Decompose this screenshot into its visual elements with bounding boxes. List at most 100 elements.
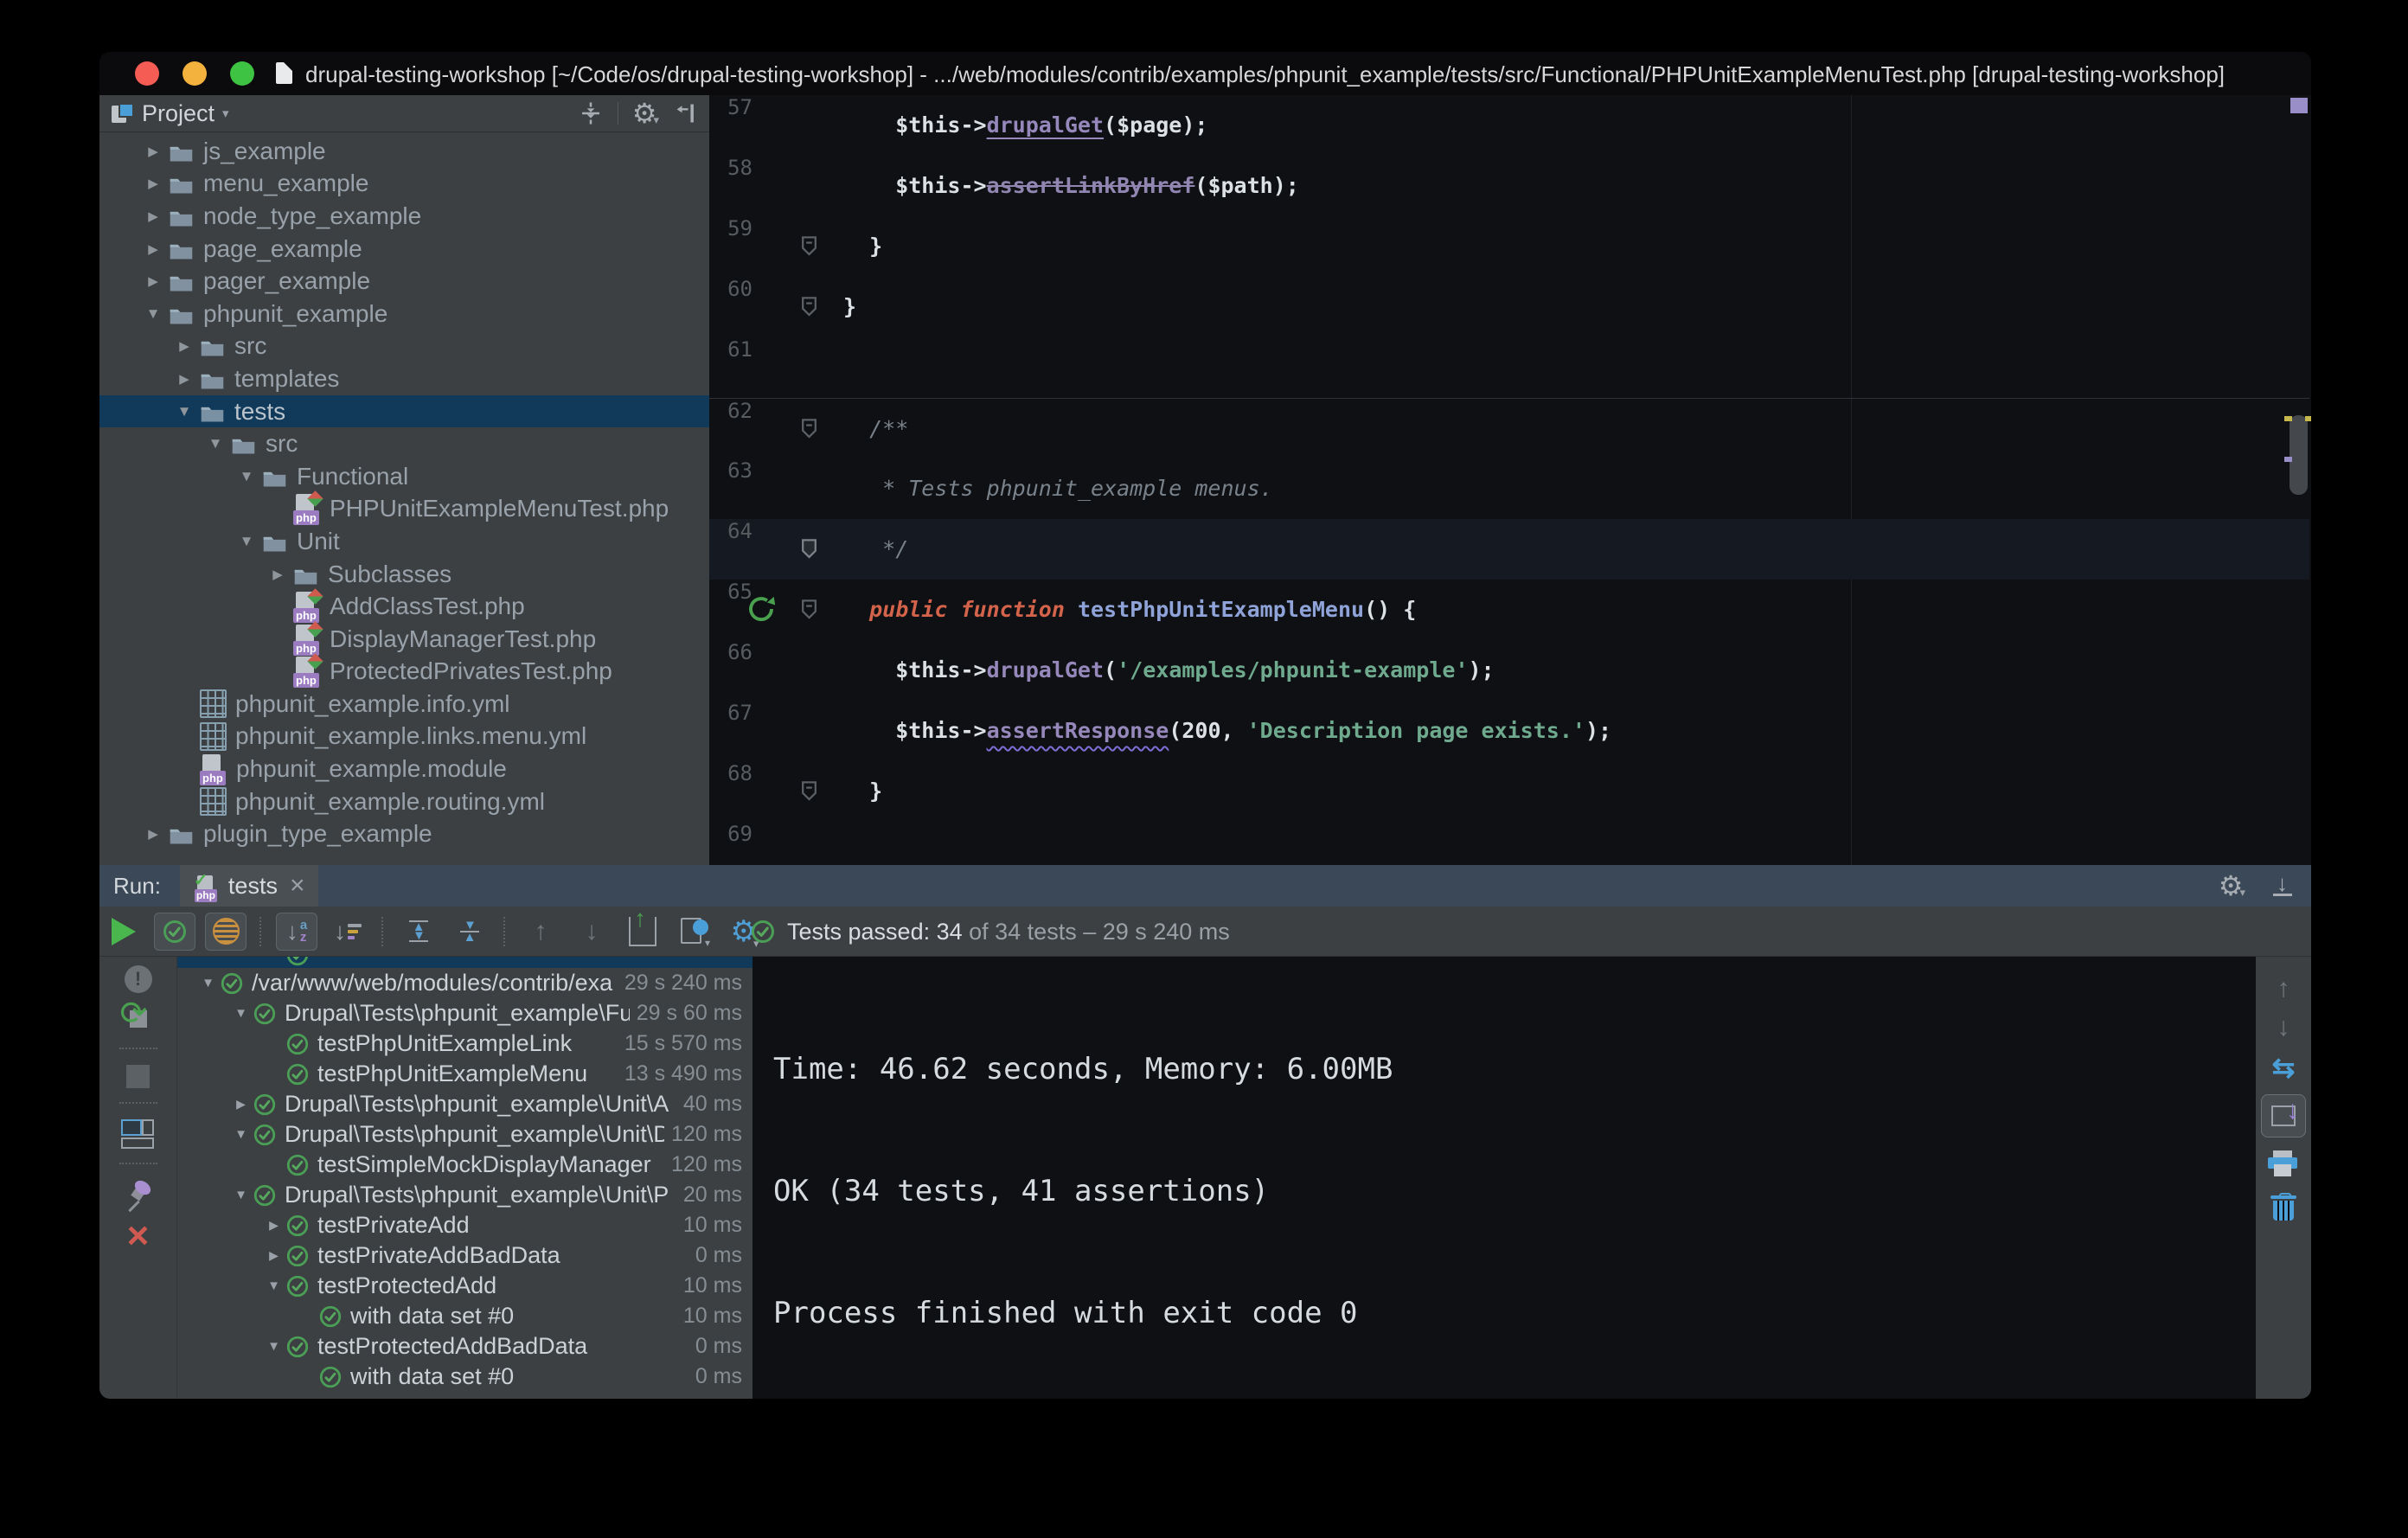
close-panel-button[interactable]: × [127,1216,150,1254]
project-tree-item[interactable]: ▼ tests [99,394,709,428]
test-tree-item[interactable]: testPhpUnitExampleMenu 13 s 490 ms [177,1059,752,1089]
pin-tab-button[interactable] [124,1177,153,1213]
test-tree-item[interactable]: ▼ /var/www/web/modules/contrib/exa 29 s 24… [177,968,752,998]
run-tab-tests[interactable]: ✓ php tests × [179,865,319,907]
chevron-collapsed-icon[interactable]: ▶ [229,1097,253,1112]
chevron-collapsed-icon[interactable]: ▶ [138,176,169,191]
chevron-expanded-icon[interactable]: ▼ [229,1188,253,1202]
project-tree-item[interactable]: ▶ Subclasses [99,558,709,591]
show-ignored-toggle[interactable] [205,912,247,951]
scroll-up-button[interactable]: ↑ [2277,976,2290,1002]
project-tree-item[interactable]: php ProtectedPrivatesTest.php [99,653,709,689]
run-test-gutter-icon[interactable] [746,593,777,625]
project-tree-item[interactable]: ▶ templates [99,362,709,395]
previous-failed-button[interactable]: ↑ [520,913,561,951]
chevron-collapsed-icon[interactable]: ▶ [262,1248,285,1263]
hide-panel-icon[interactable] [673,101,697,125]
rerun-failed-balloon-button[interactable]: ! [124,965,152,993]
project-tree-item[interactable]: phpunit_example.routing.yml [99,785,709,818]
warning-stripe-mark[interactable] [2305,416,2311,421]
project-tree-item[interactable]: ▼ src [99,427,709,460]
chevron-collapsed-icon[interactable]: ▶ [169,371,200,387]
chevron-expanded-icon[interactable]: ▼ [231,533,262,550]
editor-scrollbar[interactable] [2290,415,2308,495]
project-tree-item[interactable]: ▶ src [99,330,709,363]
minimize-window-button[interactable] [183,61,207,86]
project-tree-item[interactable]: php DisplayManagerTest.php [99,621,709,656]
test-history-button[interactable]: ▾ [673,913,714,951]
test-tree-item[interactable]: testSimpleMockDisplayManager 120 ms [177,1150,752,1180]
stop-button[interactable] [126,1065,150,1088]
project-tree-item[interactable]: ▶ menu_example [99,168,709,201]
project-tree-item[interactable]: php phpunit_example.module [99,753,709,786]
code-editor[interactable]: 57 $this->drupalGet($page); 58 $this->ass… [709,95,2311,865]
chevron-expanded-icon[interactable]: ▼ [262,1339,285,1354]
test-tree-item[interactable]: ▼ Drupal\Tests\phpunit_example\Fu 29 s 60 … [177,998,752,1029]
chevron-collapsed-icon[interactable]: ▶ [138,241,169,257]
clear-all-button[interactable] [2270,1193,2296,1222]
scroll-to-end-button[interactable]: ↓ [2261,1094,2306,1137]
chevron-collapsed-icon[interactable]: ▶ [138,144,169,159]
chevron-expanded-icon[interactable]: ▼ [262,1278,285,1293]
project-tree-item[interactable]: php AddClassTest.php [99,588,709,624]
close-window-button[interactable] [135,61,159,86]
import-test-results-button[interactable]: ↑ [622,905,663,951]
project-tree-item[interactable]: ▶ page_example [99,233,709,266]
project-panel-title[interactable]: Project [142,100,215,127]
chevron-expanded-icon[interactable]: ▼ [229,1006,253,1021]
show-console-layout-button[interactable] [120,1119,156,1149]
next-failed-button[interactable]: ↓ [571,913,612,951]
chevron-expanded-icon[interactable]: ▼ [196,976,220,990]
project-tree-item[interactable]: ▶ plugin_type_example [99,817,709,850]
chevron-down-icon[interactable]: ▾ [222,106,229,121]
close-tab-icon[interactable]: × [290,873,305,899]
info-stripe-mark[interactable] [2284,457,2292,462]
test-tree-item[interactable]: testPhpUnitExampleLink 15 s 570 ms [177,1029,752,1059]
test-tree-item[interactable]: ▶ testPrivateAdd 10 ms [177,1210,752,1240]
chevron-expanded-icon[interactable]: ▼ [229,1127,253,1142]
chevron-collapsed-icon[interactable]: ▶ [138,826,169,842]
inspection-indicator[interactable] [2290,98,2308,113]
chevron-expanded-icon[interactable]: ▼ [169,403,200,420]
chevron-expanded-icon[interactable]: ▼ [138,305,169,323]
settings-gear-icon[interactable]: ⚙ ▾ [632,99,659,127]
chevron-expanded-icon[interactable]: ▼ [200,435,231,452]
sort-by-duration-button[interactable]: ↓ [327,913,368,951]
test-tree-clipped-row[interactable] [177,957,752,968]
hide-panel-button[interactable]: ↓ [2271,870,2294,898]
run-settings-gear-button[interactable]: ⚙ ▾ [2219,872,2245,900]
test-tree-item[interactable]: ▼ Drupal\Tests\phpunit_example\Unit\D 120 … [177,1119,752,1150]
sort-alphabetically-toggle[interactable]: ↓ a z [276,912,317,951]
rerun-button[interactable] [112,917,136,945]
chevron-expanded-icon[interactable]: ▼ [231,468,262,485]
expand-all-button[interactable]: ▲ ▲ [398,913,439,951]
project-tree-item[interactable]: phpunit_example.info.yml [99,688,709,721]
chevron-collapsed-icon[interactable]: ▶ [138,273,169,289]
test-tree-item[interactable]: ▼ testProtectedAdd 10 ms [177,1271,752,1301]
zoom-window-button[interactable] [230,61,254,86]
scroll-down-button[interactable]: ↓ [2277,1015,2290,1041]
project-tree-item[interactable]: ▼ Functional [99,460,709,493]
toggle-auto-test-button[interactable]: ⟳ [120,997,153,1034]
test-tree-item[interactable]: ▶ testPrivateAddBadData 0 ms [177,1240,752,1271]
project-tree-item[interactable]: ▶ pager_example [99,265,709,298]
project-tree-item[interactable]: ▼ Unit [99,525,709,558]
project-tree-item[interactable]: phpunit_example.links.menu.yml [99,721,709,753]
warning-stripe-mark[interactable] [2284,416,2292,421]
chevron-collapsed-icon[interactable]: ▶ [169,338,200,354]
print-button[interactable] [2268,1150,2299,1180]
test-tree-item[interactable]: ▶ Drupal\Tests\phpunit_example\Unit\A 40 m… [177,1089,752,1119]
project-tree-item[interactable]: ▶ node_type_example [99,200,709,233]
project-tree-item[interactable]: php PHPUnitExampleMenuTest.php [99,490,709,526]
project-tree-item[interactable]: ▼ phpunit_example [99,298,709,330]
collapse-all-icon[interactable] [578,100,604,126]
chevron-collapsed-icon[interactable]: ▶ [138,208,169,224]
test-tree-item[interactable]: with data set #0 10 ms [177,1301,752,1331]
test-tree-item[interactable]: ▼ Drupal\Tests\phpunit_example\Unit\P 20 m… [177,1180,752,1210]
chevron-collapsed-icon[interactable]: ▶ [262,567,293,582]
collapse-all-button[interactable]: ▲ ▲ [449,913,490,951]
console-output[interactable]: Time: 46.62 seconds, Memory: 6.00MB OK (3… [752,957,2256,1399]
soft-wrap-button[interactable]: ⇆ [2272,1054,2296,1081]
show-passed-toggle[interactable] [154,912,195,951]
test-tree-item[interactable]: with data set #0 0 ms [177,1362,752,1392]
